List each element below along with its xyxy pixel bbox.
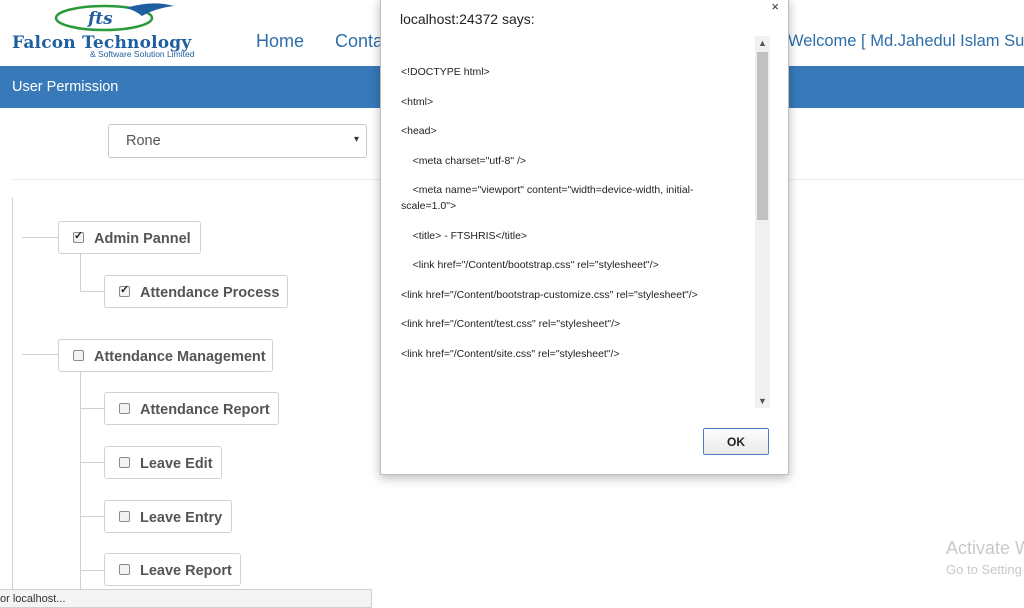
alert-dialog: × localhost:24372 says: <!DOCTYPE html> …	[380, 0, 789, 475]
tree-node-admin-pannel[interactable]: Admin Pannel	[58, 221, 201, 254]
activate-windows-watermark: Activate W Go to Setting	[946, 538, 1024, 577]
dialog-message: <!DOCTYPE html> <html> <head> <meta char…	[392, 36, 770, 408]
message-line: <link href="/Content/site.css" rel="styl…	[401, 348, 620, 360]
tree-connector	[80, 462, 104, 463]
leave-edit-checkbox[interactable]	[119, 457, 130, 468]
dialog-message-content: <!DOCTYPE html> <html> <head> <meta char…	[392, 36, 756, 408]
logo-subtitle: & Software Solution Limited	[90, 49, 195, 59]
message-line: <!DOCTYPE html>	[401, 66, 490, 78]
message-line: <head>	[401, 125, 437, 137]
tree-node-attendance-management[interactable]: Attendance Management	[58, 339, 273, 372]
tree-node-label: Attendance Management	[94, 349, 266, 365]
browser-status-bar: or localhost...	[0, 589, 372, 608]
tree-connector	[80, 516, 104, 517]
attendance-process-checkbox[interactable]	[119, 283, 130, 297]
attendance-report-checkbox[interactable]	[119, 403, 130, 414]
welcome-user-text[interactable]: Welcome [ Md.Jahedul Islam Sur	[788, 32, 1024, 51]
tree-node-leave-report[interactable]: Leave Report	[104, 553, 241, 586]
message-line: <html>	[401, 96, 434, 108]
ok-button[interactable]: OK	[703, 428, 769, 455]
falcon-technology-logo[interactable]: fts Falcon Technology & Software Solutio…	[10, 2, 225, 62]
tree-node-label: Attendance Process	[140, 285, 280, 301]
attendance-management-checkbox[interactable]	[73, 350, 84, 361]
chevron-down-icon: ▾	[353, 134, 359, 145]
falcon-logo-icon: fts	[54, 3, 174, 32]
leave-entry-checkbox[interactable]	[119, 511, 130, 522]
message-line: <title> - FTSHRIS</title>	[401, 230, 528, 242]
close-icon[interactable]: ×	[771, 0, 779, 14]
tree-node-label: Leave Edit	[140, 456, 213, 472]
tree-node-label: Leave Entry	[140, 510, 223, 526]
nav-home-link[interactable]: Home	[256, 31, 304, 52]
message-line: <link href="/Content/test.css" rel="styl…	[401, 318, 621, 330]
tree-node-attendance-process[interactable]: Attendance Process	[104, 275, 288, 308]
message-line: <link href="/Content/bootstrap-customize…	[401, 289, 698, 301]
scroll-up-icon[interactable]: ▲	[758, 38, 767, 48]
message-line: <link href="/Content/bootstrap.css" rel=…	[401, 259, 659, 271]
page-title: User Permission	[12, 79, 119, 95]
tree-connector	[12, 198, 13, 608]
tree-node-label: Attendance Report	[140, 402, 270, 418]
logo-mark: fts	[87, 9, 113, 29]
leave-report-checkbox[interactable]	[119, 564, 130, 575]
tree-connector	[80, 371, 81, 608]
user-select-value: Rone	[126, 133, 161, 149]
watermark-subtitle: Go to Setting	[946, 562, 1022, 577]
tree-connector	[80, 253, 81, 291]
tree-connector	[22, 354, 58, 355]
tree-node-leave-edit[interactable]: Leave Edit	[104, 446, 222, 479]
tree-connector	[80, 291, 104, 292]
tree-connector	[80, 570, 104, 571]
watermark-title: Activate W	[946, 538, 1024, 558]
tree-connector	[22, 237, 58, 238]
tree-node-label: Leave Report	[140, 563, 232, 579]
admin-pannel-checkbox[interactable]	[73, 229, 84, 243]
scrollbar-thumb[interactable]	[757, 52, 768, 220]
scroll-down-icon[interactable]: ▼	[758, 396, 767, 406]
user-select[interactable]: Rone ▾	[108, 124, 367, 158]
message-line: <meta charset="utf-8" />	[401, 155, 527, 167]
tree-node-label: Admin Pannel	[94, 231, 191, 247]
tree-node-leave-entry[interactable]: Leave Entry	[104, 500, 232, 533]
dialog-title: localhost:24372 says:	[400, 11, 535, 27]
tree-connector	[80, 408, 104, 409]
message-line: <meta name="viewport" content="width=dev…	[401, 184, 694, 212]
nav-contact-link[interactable]: Conta	[335, 31, 383, 52]
status-text: or localhost...	[0, 593, 66, 605]
tree-node-attendance-report[interactable]: Attendance Report	[104, 392, 279, 425]
dialog-scrollbar[interactable]: ▲ ▼	[755, 36, 770, 408]
